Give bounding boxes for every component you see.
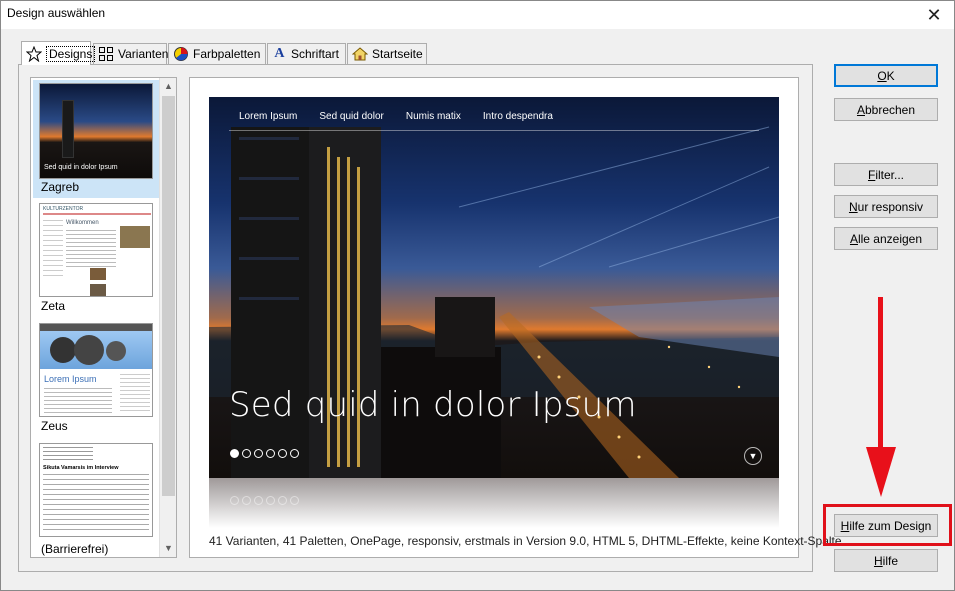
list-item-zagreb[interactable]: Sed quid in dolor Ipsum Zagreb	[33, 80, 159, 198]
thumbnail-zagreb: Sed quid in dolor Ipsum	[39, 83, 153, 179]
preview-nav-item: Intro despendra	[482, 111, 553, 122]
list-item-label: Zeta	[41, 299, 66, 313]
star-icon	[25, 45, 43, 62]
tab-label: Startseite	[372, 47, 423, 61]
preview-nav-item: Sed quid dolor	[319, 111, 384, 122]
filter-button[interactable]: Filter...	[834, 163, 938, 186]
tab-farbpaletten[interactable]: Farbpaletten	[168, 43, 266, 64]
annotation-arrow-head	[866, 447, 896, 497]
tab-startseite[interactable]: Startseite	[347, 43, 427, 64]
thumb-text-block	[66, 230, 116, 270]
thumb-sidebar	[120, 374, 150, 414]
scroll-down-icon[interactable]: ▼	[160, 540, 177, 557]
thumb-title: Sikuta Vamarsis im Interview	[43, 465, 119, 471]
show-all-button[interactable]: Alle anzeigen	[834, 227, 938, 250]
thumb-title: Willkommen	[66, 220, 99, 226]
thumb-menu	[43, 447, 93, 461]
thumb-sidebar	[43, 220, 63, 280]
slide-dot	[290, 449, 299, 458]
thumb-caption: Sed quid in dolor Ipsum	[44, 164, 118, 171]
cancel-button[interactable]: Abbrechen	[834, 98, 938, 121]
thumbnail-zeta: KULTURZENTOR Willkommen	[39, 203, 153, 297]
thumb-banner	[40, 331, 152, 369]
thumb-navbar	[40, 324, 152, 331]
dialog-window: Design auswählen ✕ Designs Varianten Far…	[0, 0, 955, 591]
title-bar: Design auswählen ✕	[1, 1, 954, 29]
thumb-navbar	[43, 213, 151, 215]
preview-reflection	[209, 478, 779, 528]
thumb-header: KULTURZENTOR	[43, 206, 84, 212]
annotation-highlight-box	[823, 504, 952, 546]
responsive-only-button[interactable]: Nur responsiv	[834, 195, 938, 218]
help-button[interactable]: Hilfe	[834, 549, 938, 572]
close-icon[interactable]: ✕	[914, 1, 954, 29]
chevron-down-icon: ▼	[744, 447, 762, 465]
tab-label: Varianten	[118, 47, 169, 61]
slide-dot	[278, 449, 287, 458]
window-title: Design auswählen	[7, 6, 106, 20]
thumb-photo	[120, 226, 150, 248]
tab-label: Schriftart	[290, 47, 339, 61]
thumbnail-barrierefrei: Sikuta Vamarsis im Interview	[39, 443, 153, 537]
slide-dot	[230, 449, 239, 458]
design-description: 41 Varianten, 41 Paletten, OnePage, resp…	[209, 534, 842, 548]
list-item-zeus[interactable]: Lorem Ipsum Zeus	[33, 321, 159, 436]
slide-dot	[254, 449, 263, 458]
palette-icon	[173, 46, 189, 62]
scroll-up-icon[interactable]: ▲	[160, 78, 177, 95]
preview-nav-divider	[229, 130, 759, 131]
font-icon: A	[274, 46, 285, 61]
preview-headline: Sed quid in dolor Ipsum	[229, 385, 637, 425]
grid-icon	[98, 46, 114, 62]
list-item-label: Zagreb	[41, 180, 80, 194]
thumb-shape	[50, 337, 76, 363]
list-scrollbar[interactable]: ▲ ▼	[159, 78, 176, 557]
thumbnail-zeus: Lorem Ipsum	[39, 323, 153, 417]
list-item-zeta[interactable]: KULTURZENTOR Willkommen Zeta	[33, 201, 159, 316]
tab-designs[interactable]: Designs	[21, 41, 96, 65]
slide-dot	[242, 449, 251, 458]
tab-varianten[interactable]: Varianten	[93, 43, 169, 64]
list-item-label: Zeus	[41, 419, 68, 433]
design-list[interactable]: Sed quid in dolor Ipsum Zagreb KULTURZEN…	[30, 77, 177, 558]
thumb-shape	[74, 335, 104, 365]
thumb-shape	[106, 341, 126, 361]
home-icon	[351, 46, 369, 62]
reflection-dots	[230, 496, 299, 505]
preview-nav-item: Lorem Ipsum	[239, 111, 298, 122]
slide-dot	[266, 449, 275, 458]
thumb-tower	[62, 100, 74, 158]
thumb-text-block	[44, 388, 112, 414]
list-item-label: (Barrierefrei)	[41, 542, 109, 556]
preview-nav-item: Numis matix	[405, 111, 461, 122]
scroll-thumb[interactable]	[162, 96, 175, 496]
thumb-title: Lorem Ipsum	[44, 374, 97, 384]
annotation-arrow	[878, 297, 883, 457]
thumb-photo	[90, 284, 106, 296]
slide-dots	[230, 449, 299, 458]
design-preview: Lorem Ipsum Sed quid dolor Numis matix I…	[209, 97, 779, 478]
thumb-text-block	[43, 474, 149, 534]
tab-label: Designs	[46, 45, 96, 62]
thumb-photo	[90, 268, 106, 280]
tab-label: Farbpaletten	[193, 47, 261, 61]
list-item-barrierefrei[interactable]: Sikuta Vamarsis im Interview (Barrierefr…	[33, 441, 159, 557]
ok-button[interactable]: OK	[834, 64, 938, 87]
tab-schriftart[interactable]: A Schriftart	[267, 43, 346, 64]
preview-nav: Lorem Ipsum Sed quid dolor Numis matix I…	[239, 111, 553, 122]
